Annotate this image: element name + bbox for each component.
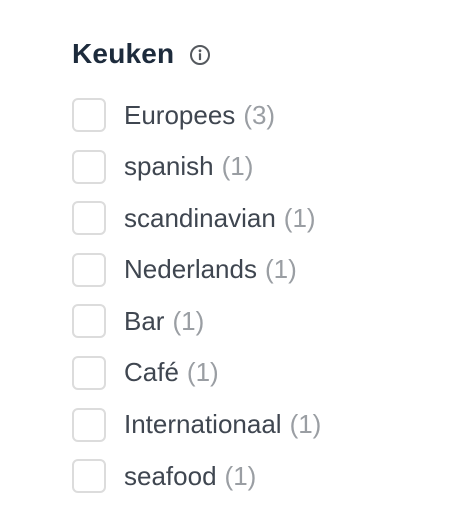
filter-option[interactable]: spanish (1) <box>72 149 452 184</box>
option-label: scandinavian <box>124 202 276 233</box>
filter-option[interactable]: scandinavian (1) <box>72 201 452 236</box>
info-icon[interactable] <box>189 44 211 66</box>
filter-option[interactable]: seafood (1) <box>72 459 452 494</box>
filter-option[interactable]: Nederlands (1) <box>72 252 452 287</box>
option-label: spanish <box>124 151 214 182</box>
cuisine-filter: Keuken Europees (3) spanish (1) scandina… <box>72 36 452 511</box>
filter-title: Keuken <box>72 38 175 69</box>
option-count: (1) <box>264 254 297 285</box>
option-checkbox[interactable] <box>72 407 106 442</box>
option-count: (3) <box>243 99 276 130</box>
option-checkbox[interactable] <box>72 201 106 236</box>
filter-option[interactable]: Café (1) <box>72 355 452 390</box>
option-checkbox[interactable] <box>72 98 106 132</box>
option-label: seafood <box>124 460 217 491</box>
option-checkbox[interactable] <box>72 355 106 390</box>
filter-option[interactable]: Europees (3) <box>72 98 452 132</box>
option-label: Internationaal <box>124 409 282 440</box>
filter-options-list: Europees (3) spanish (1) scandinavian (1… <box>72 98 452 494</box>
option-label: Europees <box>124 99 236 130</box>
filter-option[interactable]: Bar (1) <box>72 304 452 339</box>
filter-header: Keuken <box>72 36 452 72</box>
option-count: (1) <box>172 305 205 336</box>
option-checkbox[interactable] <box>72 149 106 184</box>
option-label: Bar <box>124 305 165 336</box>
option-count: (1) <box>186 357 219 388</box>
option-count: (1) <box>283 202 316 233</box>
option-checkbox[interactable] <box>72 252 106 287</box>
option-label: Café <box>124 357 179 388</box>
option-label: Nederlands <box>124 254 257 285</box>
filter-option[interactable]: Internationaal (1) <box>72 407 452 442</box>
option-count: (1) <box>221 151 254 182</box>
option-count: (1) <box>289 409 322 440</box>
option-checkbox[interactable] <box>72 304 106 339</box>
option-count: (1) <box>224 460 257 491</box>
option-checkbox[interactable] <box>72 459 106 494</box>
